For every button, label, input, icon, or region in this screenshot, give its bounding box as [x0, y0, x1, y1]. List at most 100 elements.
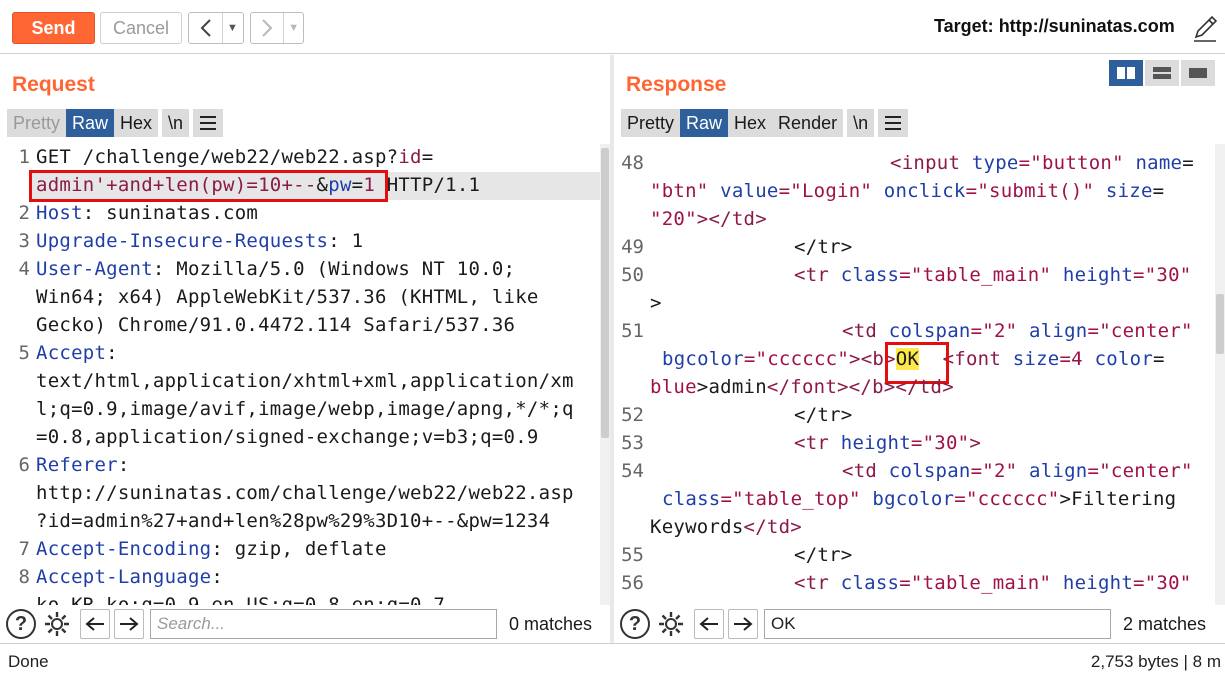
layout-single-icon[interactable] [1181, 60, 1215, 86]
code-text: </tr> [794, 404, 853, 426]
code-line: 55 </tr> [614, 542, 1215, 570]
show-newlines-toggle[interactable]: \n [847, 109, 875, 137]
edit-target-pencil-icon[interactable] [1190, 12, 1220, 44]
request-title: Request [12, 73, 95, 96]
settings-gear-icon[interactable] [656, 609, 686, 639]
code-text: <tr class="table_main" height="30" [794, 572, 1192, 594]
code-line: Keywords</td> [614, 514, 1215, 542]
response-size-info: 2,753 bytes | 8 m [1090, 652, 1221, 671]
forward-history-dropdown-icon[interactable]: ▼ [283, 13, 303, 43]
line-number: 50 [621, 264, 644, 286]
code-line: 2 Host: suninatas.com [0, 200, 600, 228]
tab-pretty[interactable]: Pretty [621, 109, 681, 137]
response-menu-icon[interactable] [878, 109, 909, 137]
code-text: <td colspan="2" align="center" [842, 320, 1193, 342]
code-text: ?id=admin%27+and+len%28pw%29%3D10+--&pw=… [36, 510, 551, 532]
settings-gear-icon[interactable] [42, 609, 72, 639]
response-scrollbar-thumb[interactable] [1216, 294, 1224, 354]
tab-hex[interactable]: Hex [114, 109, 159, 137]
code-text: GET /challenge/web22/web22.asp?id= [36, 146, 434, 168]
code-line: http://suninatas.com/challenge/web22/web… [0, 480, 600, 508]
forward-nav-group: ▼ [250, 12, 304, 44]
code-text: class="table_top" bgcolor="cccccc">Filte… [662, 488, 1177, 510]
code-line: 1 GET /challenge/web22/web22.asp?id= [0, 144, 600, 172]
help-icon[interactable]: ? [620, 609, 650, 639]
line-number: 54 [621, 460, 644, 482]
code-line: 52 </tr> [614, 402, 1215, 430]
code-line: ko-KR,ko;q=0.9,en-US;q=0.8,en;q=0.7 [0, 592, 600, 605]
response-search-bar: ? 2 matches [614, 605, 1225, 643]
code-text: > [650, 292, 662, 314]
status-text: Done [8, 652, 49, 671]
request-menu-icon[interactable] [193, 109, 224, 137]
line-number: 5 [18, 342, 30, 364]
target-url: http://suninatas.com [998, 16, 1175, 36]
request-view-tabs: Pretty Raw Hex [7, 109, 159, 137]
request-scrollbar-thumb[interactable] [601, 148, 609, 438]
back-nav-group: ▼ [188, 12, 244, 44]
search-next-arrow-icon[interactable] [114, 609, 144, 639]
code-text: Accept-Language: [36, 566, 224, 588]
code-text: Host: suninatas.com [36, 202, 259, 224]
code-text: =0.8,application/signed-exchange;v=b3;q=… [36, 426, 539, 448]
tab-raw[interactable]: Raw [680, 109, 729, 137]
response-editor[interactable]: 48 <input type="button" name= "btn" valu… [614, 144, 1215, 605]
help-icon[interactable]: ? [6, 609, 36, 639]
request-search-bar: ? 0 matches [0, 605, 610, 643]
code-text: Accept-Encoding: gzip, deflate [36, 538, 387, 560]
search-next-arrow-icon[interactable] [728, 609, 758, 639]
target-prefix: Target: [934, 16, 994, 36]
response-tabs: Pretty Raw Hex Render \n [621, 109, 909, 137]
tab-render[interactable]: Render [772, 109, 844, 137]
layout-toggle [1109, 60, 1215, 86]
request-pane: Request Pretty Raw Hex \n 1 GET /challen… [0, 55, 610, 643]
code-line: > [614, 290, 1215, 318]
search-previous-arrow-icon[interactable] [694, 609, 724, 639]
tab-pretty[interactable]: Pretty [7, 109, 67, 137]
line-number: 4 [18, 258, 30, 280]
show-newlines-toggle[interactable]: \n [162, 109, 190, 137]
code-line: 7 Accept-Encoding: gzip, deflate [0, 536, 600, 564]
line-number: 48 [621, 152, 644, 174]
code-line: 53 <tr height="30"> [614, 430, 1215, 458]
request-tabs: Pretty Raw Hex \n [7, 109, 224, 137]
response-search-input[interactable] [764, 609, 1111, 639]
layout-side-by-side-icon[interactable] [1109, 60, 1143, 86]
request-editor[interactable]: 1 GET /challenge/web22/web22.asp?id= adm… [0, 144, 600, 605]
target-label[interactable]: Target: http://suninatas.com [934, 16, 1175, 37]
code-line: bgcolor="cccccc"><b>OK <font size=4 colo… [614, 346, 1215, 374]
line-number: 1 [18, 146, 30, 168]
tab-raw[interactable]: Raw [66, 109, 115, 137]
send-button[interactable]: Send [12, 12, 95, 44]
code-line: text/html,application/xhtml+xml,applicat… [0, 368, 600, 396]
code-text: Upgrade-Insecure-Requests: 1 [36, 230, 364, 252]
forward-arrow-icon[interactable] [251, 13, 283, 43]
request-scrollbar[interactable] [600, 144, 610, 605]
response-scrollbar[interactable] [1215, 144, 1225, 605]
request-search-input[interactable] [150, 609, 497, 639]
code-line: blue>admin</font></b></td> [614, 374, 1215, 402]
code-line: 4 User-Agent: Mozilla/5.0 (Windows NT 10… [0, 256, 600, 284]
code-text: Accept: [36, 342, 118, 364]
code-text: ko-KR,ko;q=0.9,en-US;q=0.8,en;q=0.7 [36, 594, 446, 605]
tab-hex[interactable]: Hex [728, 109, 773, 137]
code-text: <input type="button" name= [890, 152, 1194, 174]
response-view-tabs: Pretty Raw Hex Render [621, 109, 844, 137]
code-text: http://suninatas.com/challenge/web22/web… [36, 482, 574, 504]
line-number: 7 [18, 538, 30, 560]
line-number: 55 [621, 544, 644, 566]
code-line: 8 Accept-Language: [0, 564, 600, 592]
line-number: 52 [621, 404, 644, 426]
back-arrow-icon[interactable] [189, 13, 222, 43]
line-number: 49 [621, 236, 644, 258]
back-history-dropdown-icon[interactable]: ▼ [222, 13, 242, 43]
code-line: Win64; x64) AppleWebKit/537.36 (KHTML, l… [0, 284, 600, 312]
code-line: 5 Accept: [0, 340, 600, 368]
layout-stacked-icon[interactable] [1145, 60, 1179, 86]
cancel-button[interactable]: Cancel [100, 12, 182, 44]
code-line: 51 <td colspan="2" align="center" [614, 318, 1215, 346]
code-line: 50 <tr class="table_main" height="30" [614, 262, 1215, 290]
code-line: 49 </tr> [614, 234, 1215, 262]
search-previous-arrow-icon[interactable] [80, 609, 110, 639]
line-number: 6 [18, 454, 30, 476]
